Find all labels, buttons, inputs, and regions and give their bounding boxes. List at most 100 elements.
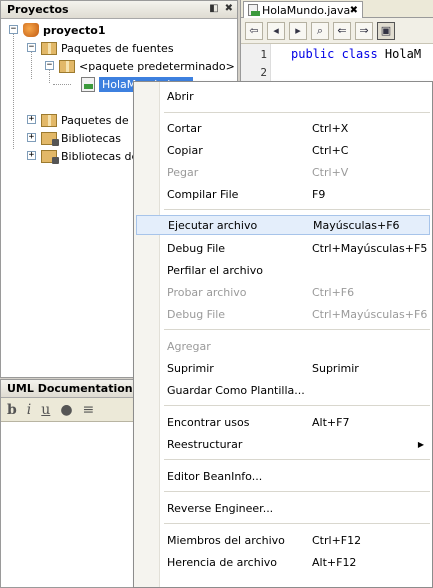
menu-item-cortar[interactable]: Cortar Ctrl+X <box>134 118 432 138</box>
menu-item-agregar: Agregar <box>134 336 432 356</box>
menu-item-debug-test-file: Debug File Ctrl+Mayúsculas+F6 <box>134 304 432 324</box>
tree-item-label: Bibliotecas de <box>61 149 139 163</box>
tab-holamundo-java[interactable]: HolaMundo.java ✖ <box>243 1 363 18</box>
menu-separator <box>164 523 430 524</box>
menu-item-label: Debug File <box>167 241 226 255</box>
java-file-icon <box>81 76 95 92</box>
projects-panel-header: Proyectos ◧ ✖ <box>1 1 237 19</box>
expand-libraries-toggle[interactable]: + <box>27 133 36 142</box>
toggle-highlight-icon[interactable]: ▣ <box>377 21 395 40</box>
menu-item-label: Agregar <box>167 339 211 353</box>
line-number: 2 <box>260 66 267 79</box>
history-icon[interactable]: ◂ <box>267 21 285 40</box>
menu-item-editor-beaninfo[interactable]: Editor BeanInfo... <box>134 466 432 486</box>
tree-item-test-libraries[interactable]: Bibliotecas de <box>41 147 138 165</box>
tree-item-default-package[interactable]: <paquete predeterminado> <box>59 57 235 75</box>
code-line: public class HolaM <box>291 47 421 61</box>
menu-separator <box>164 405 430 406</box>
menu-item-label: Ejecutar archivo <box>168 218 258 232</box>
find-icon[interactable]: ⌕ <box>311 21 329 40</box>
search-icon[interactable]: ● <box>60 402 72 418</box>
editor-toolbar: ⇦ ◂ ▸ ⌕ ⇐ ⇒ ▣ <box>241 18 433 44</box>
collapse-project-toggle[interactable]: − <box>9 25 18 34</box>
java-file-icon <box>248 4 260 16</box>
menu-item-reverse-engineer[interactable]: Reverse Engineer... <box>134 498 432 518</box>
menu-separator <box>164 112 430 113</box>
prev-occurrence-icon[interactable]: ⇐ <box>333 21 351 40</box>
menu-item-label: Herencia de archivo <box>167 555 277 569</box>
menu-separator <box>164 491 430 492</box>
library-folder-icon <box>41 149 59 164</box>
package-folder-icon <box>41 41 57 55</box>
tree-item-project[interactable]: proyecto1 <box>23 21 105 39</box>
menu-item-label: Perfilar el archivo <box>167 263 263 277</box>
menu-item-label: Abrir <box>167 89 194 103</box>
close-icon[interactable]: ✖ <box>225 3 233 14</box>
tree-item-label: Paquetes de p <box>61 113 140 127</box>
menu-separator <box>164 459 430 460</box>
menu-item-shortcut: Ctrl+F6 <box>312 285 355 299</box>
menu-item-miembros-archivo[interactable]: Miembros del archivo Ctrl+F12 <box>134 530 432 550</box>
menu-item-label: Pegar <box>167 165 199 179</box>
menu-item-shortcut: Ctrl+X <box>312 121 349 135</box>
menu-item-shortcut: Ctrl+Mayúsculas+F6 <box>312 307 428 321</box>
tab-label: HolaMundo.java <box>262 3 351 17</box>
menu-item-label: Editor BeanInfo... <box>167 469 263 483</box>
menu-item-shortcut: Alt+F12 <box>312 555 357 569</box>
forward-icon[interactable]: ▸ <box>289 21 307 40</box>
menu-item-label: Encontrar usos <box>167 415 250 429</box>
menu-item-abrir[interactable]: Abrir <box>134 86 432 106</box>
tree-item-label: Bibliotecas <box>61 131 122 145</box>
next-occurrence-icon[interactable]: ⇒ <box>355 21 373 40</box>
menu-item-label: Compilar File <box>167 187 239 201</box>
menu-separator <box>164 329 430 330</box>
menu-item-label: Debug File <box>167 307 226 321</box>
context-menu: Abrir Cortar Ctrl+X Copiar Ctrl+C Pegar … <box>133 81 433 588</box>
menu-item-ejecutar-archivo[interactable]: Ejecutar archivo Mayúsculas+F6 <box>136 215 430 235</box>
menu-item-compilar-file[interactable]: Compilar File F9 <box>134 184 432 204</box>
code-text: HolaM <box>377 47 422 61</box>
tree-item-source-packages[interactable]: Paquetes de fuentes <box>41 39 174 57</box>
tree-item-libraries[interactable]: Bibliotecas <box>41 129 121 147</box>
menu-item-debug-file[interactable]: Debug File Ctrl+Mayúsculas+F5 <box>134 238 432 258</box>
tree-item-label: proyecto1 <box>43 23 106 37</box>
menu-item-perfilar-archivo[interactable]: Perfilar el archivo <box>134 260 432 280</box>
package-folder-icon <box>41 113 57 127</box>
submenu-arrow-icon: ▶ <box>417 439 424 449</box>
underline-icon[interactable]: u <box>41 402 50 418</box>
menu-item-shortcut: Ctrl+V <box>312 165 349 179</box>
expand-test-libraries-toggle[interactable]: + <box>27 151 36 160</box>
menu-separator <box>164 209 430 210</box>
uml-panel-title: UML Documentation <box>7 382 133 395</box>
menu-item-shortcut: Ctrl+Mayúsculas+F5 <box>312 241 428 255</box>
menu-item-shortcut: F9 <box>312 187 326 201</box>
menu-item-suprimir[interactable]: Suprimir Suprimir <box>134 358 432 378</box>
menu-item-reestructurar[interactable]: Reestructurar ▶ <box>134 434 432 454</box>
menu-item-label: Reestructurar <box>167 437 243 451</box>
tree-item-test-packages[interactable]: Paquetes de p <box>41 111 139 129</box>
menu-item-shortcut: Suprimir <box>312 361 359 375</box>
menu-item-shortcut: Alt+F7 <box>312 415 350 429</box>
italic-icon[interactable]: i <box>27 402 31 418</box>
menu-item-copiar[interactable]: Copiar Ctrl+C <box>134 140 432 160</box>
menu-item-shortcut: Ctrl+F12 <box>312 533 362 547</box>
bold-icon[interactable]: b <box>7 402 17 418</box>
menu-item-label: Cortar <box>167 121 202 135</box>
menu-item-guardar-plantilla[interactable]: Guardar Como Plantilla... <box>134 380 432 400</box>
expand-test-packages-toggle[interactable]: + <box>27 115 36 124</box>
align-left-icon[interactable]: ≡ <box>83 402 95 418</box>
coffee-cup-project-icon <box>23 23 39 37</box>
back-icon[interactable]: ⇦ <box>245 21 263 40</box>
collapse-default-package-toggle[interactable]: − <box>45 61 54 70</box>
menu-item-herencia-archivo[interactable]: Herencia de archivo Alt+F12 <box>134 552 432 572</box>
projects-panel-title: Proyectos <box>7 3 69 16</box>
minimize-window-icon[interactable]: ◧ <box>209 3 218 14</box>
line-number: 1 <box>260 48 267 61</box>
menu-item-encontrar-usos[interactable]: Encontrar usos Alt+F7 <box>134 412 432 432</box>
close-tab-icon[interactable]: ✖ <box>350 5 358 16</box>
tree-item-label: Paquetes de fuentes <box>61 41 174 55</box>
library-folder-icon <box>41 131 59 146</box>
tree-item-label: <paquete predeterminado> <box>79 59 235 73</box>
editor-tab-bar: HolaMundo.java ✖ <box>241 0 433 18</box>
collapse-source-packages-toggle[interactable]: − <box>27 43 36 52</box>
